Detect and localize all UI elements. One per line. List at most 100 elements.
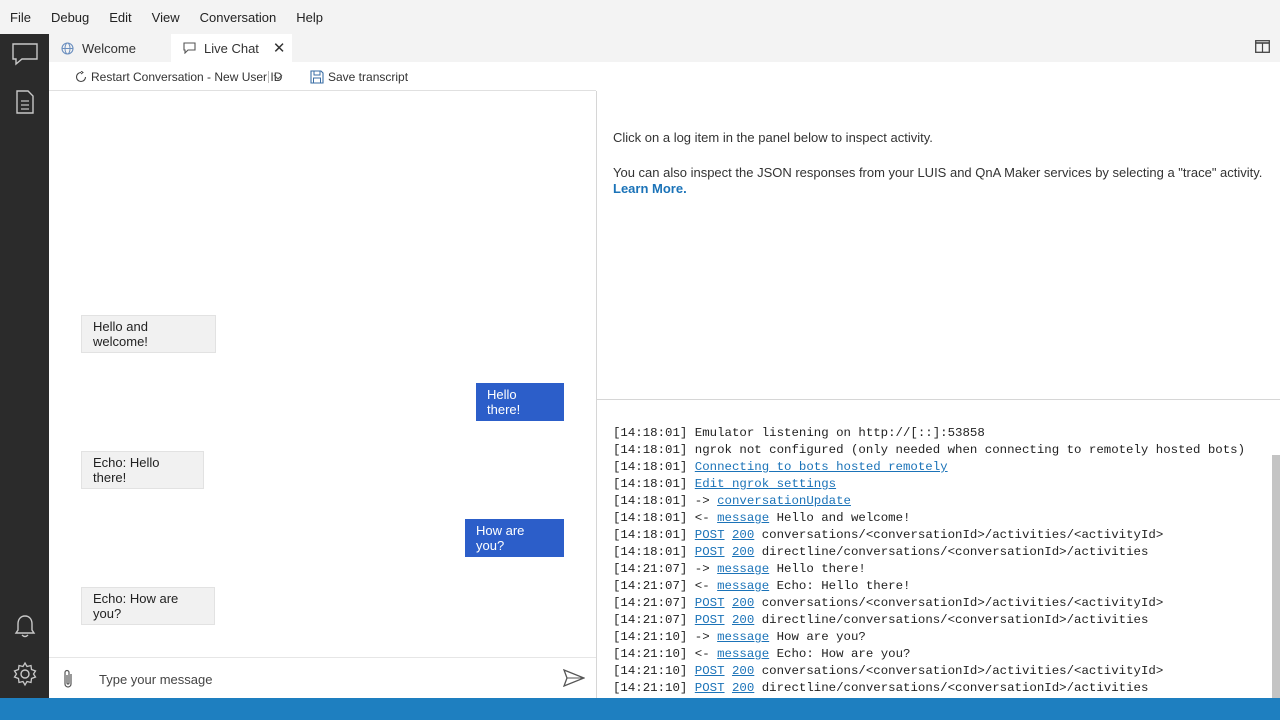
log-link[interactable]: message <box>717 579 769 593</box>
gear-icon[interactable] <box>0 654 49 694</box>
menu-conversation[interactable]: Conversation <box>200 10 277 25</box>
log-entry[interactable]: [14:21:10] <- message Echo: How are you? <box>613 646 1245 663</box>
restart-conversation-button[interactable]: Restart Conversation - New User ID <box>75 62 282 91</box>
log-link[interactable]: message <box>717 630 769 644</box>
log-entry[interactable]: [14:21:07] POST 200 conversations/<conve… <box>613 595 1245 612</box>
log-text: directline/conversations/<conversationId… <box>754 681 1149 695</box>
log-entry[interactable]: [14:18:01] <- message Hello and welcome! <box>613 510 1245 527</box>
menu-file[interactable]: File <box>10 10 31 25</box>
chat-transcript: Hello and welcome! Hello there! Echo: He… <box>49 91 596 657</box>
log-timestamp: [14:21:07] <box>613 596 688 610</box>
log-link[interactable]: message <box>717 562 769 576</box>
tab-live-chat-label: Live Chat <box>204 40 259 56</box>
log-timestamp: [14:18:01] <box>613 460 688 474</box>
log-timestamp: [14:21:10] <box>613 647 688 661</box>
log-panel: [14:18:01] Emulator listening on http://… <box>597 400 1280 698</box>
log-entry[interactable]: [14:21:07] POST 200 directline/conversat… <box>613 612 1245 629</box>
log-entry[interactable]: [14:21:10] -> message How are you? <box>613 629 1245 646</box>
document-icon[interactable] <box>0 82 49 122</box>
log-timestamp: [14:18:01] <box>613 477 688 491</box>
log-link[interactable]: POST <box>695 528 725 542</box>
log-entry[interactable]: [14:18:01] POST 200 conversations/<conve… <box>613 527 1245 544</box>
log-link[interactable]: POST <box>695 613 725 627</box>
message-input[interactable] <box>99 666 539 692</box>
log-link[interactable]: POST <box>695 664 725 678</box>
bot-message: Echo: How are you? <box>81 587 215 625</box>
user-message: Hello there! <box>476 383 564 421</box>
log-entry[interactable]: [14:18:01] POST 200 directline/conversat… <box>613 544 1245 561</box>
log-entry[interactable]: [14:18:01] Connecting to bots hosted rem… <box>613 459 1245 476</box>
log-entry[interactable]: [14:18:01] Edit ngrok settings <box>613 476 1245 493</box>
menu-help[interactable]: Help <box>296 10 323 25</box>
save-transcript-button[interactable]: Save transcript <box>310 62 408 91</box>
log-link[interactable]: Connecting to bots hosted remotely <box>695 460 948 474</box>
log-link[interactable]: Edit ngrok settings <box>695 477 836 491</box>
log-entry[interactable]: [14:18:01] ngrok not configured (only ne… <box>613 442 1245 459</box>
log-link[interactable]: POST <box>695 681 725 695</box>
log-entry[interactable]: [14:18:01] -> conversationUpdate <box>613 493 1245 510</box>
learn-more-link[interactable]: Learn More. <box>613 181 1280 196</box>
bell-icon[interactable] <box>0 606 49 646</box>
tab-live-chat[interactable]: Live Chat ✕ <box>171 34 292 62</box>
tab-welcome-label: Welcome <box>82 40 136 56</box>
log-link[interactable]: 200 <box>732 545 754 559</box>
log-entry[interactable]: [14:21:07] <- message Echo: Hello there! <box>613 578 1245 595</box>
chat-icon[interactable] <box>0 34 49 74</box>
status-bar <box>0 698 1280 720</box>
close-icon[interactable]: ✕ <box>273 39 286 57</box>
menu-edit[interactable]: Edit <box>109 10 131 25</box>
chat-toolbar: Restart Conversation - New User ID Save … <box>49 62 596 91</box>
log-link[interactable]: conversationUpdate <box>717 494 851 508</box>
log-timestamp: [14:18:01] <box>613 511 688 525</box>
log-text: <- <box>687 647 718 661</box>
log-entry[interactable]: [14:21:10] POST 200 conversations/<conve… <box>613 663 1245 680</box>
log-link[interactable]: 200 <box>732 596 754 610</box>
tab-welcome[interactable]: Welcome <box>61 34 171 62</box>
globe-icon <box>61 41 74 55</box>
split-layout-icon[interactable] <box>1255 40 1270 58</box>
send-icon[interactable] <box>562 668 586 692</box>
log-scrollbar[interactable] <box>1272 455 1280 698</box>
log-timestamp: [14:18:01] <box>613 494 688 508</box>
menu-view[interactable]: View <box>152 10 180 25</box>
log-text: <- <box>687 511 718 525</box>
log-timestamp: [14:18:01] <box>613 545 688 559</box>
log-link[interactable]: 200 <box>732 681 754 695</box>
log-text: directline/conversations/<conversationId… <box>754 613 1149 627</box>
log-text: Hello there! <box>769 562 866 576</box>
log-entry[interactable]: [14:18:01] Emulator listening on http://… <box>613 425 1245 442</box>
log-link[interactable]: message <box>717 511 769 525</box>
log-timestamp: [14:21:10] <box>613 630 688 644</box>
log-timestamp: [14:21:10] <box>613 664 688 678</box>
log-entry[interactable]: [14:21:10] POST 200 directline/conversat… <box>613 680 1245 697</box>
log-text: Hello and welcome! <box>769 511 911 525</box>
log-timestamp: [14:21:07] <box>613 579 688 593</box>
tab-strip: Welcome Live Chat ✕ <box>49 34 1280 62</box>
chevron-down-icon <box>273 74 283 80</box>
log-text: directline/conversations/<conversationId… <box>754 545 1149 559</box>
log-link[interactable]: 200 <box>732 528 754 542</box>
log-link[interactable]: POST <box>695 545 725 559</box>
restart-options-dropdown[interactable] <box>273 62 283 91</box>
menu-debug[interactable]: Debug <box>51 10 89 25</box>
chat-bubble-icon <box>183 42 196 54</box>
log-text: How are you? <box>769 630 866 644</box>
inspector-trace-hint: You can also inspect the JSON responses … <box>613 165 1263 180</box>
log-link[interactable]: 200 <box>732 613 754 627</box>
message-input-bar <box>49 657 596 698</box>
log-link[interactable]: POST <box>695 596 725 610</box>
log-text: -> <box>687 494 718 508</box>
inspector-panel: Click on a log item in the panel below t… <box>597 91 1280 399</box>
log-link[interactable]: message <box>717 647 769 661</box>
paperclip-icon[interactable] <box>61 668 75 695</box>
log-link[interactable]: 200 <box>732 664 754 678</box>
log-entry[interactable]: [14:21:07] -> message Hello there! <box>613 561 1245 578</box>
log-text: ngrok not configured (only needed when c… <box>687 443 1246 457</box>
